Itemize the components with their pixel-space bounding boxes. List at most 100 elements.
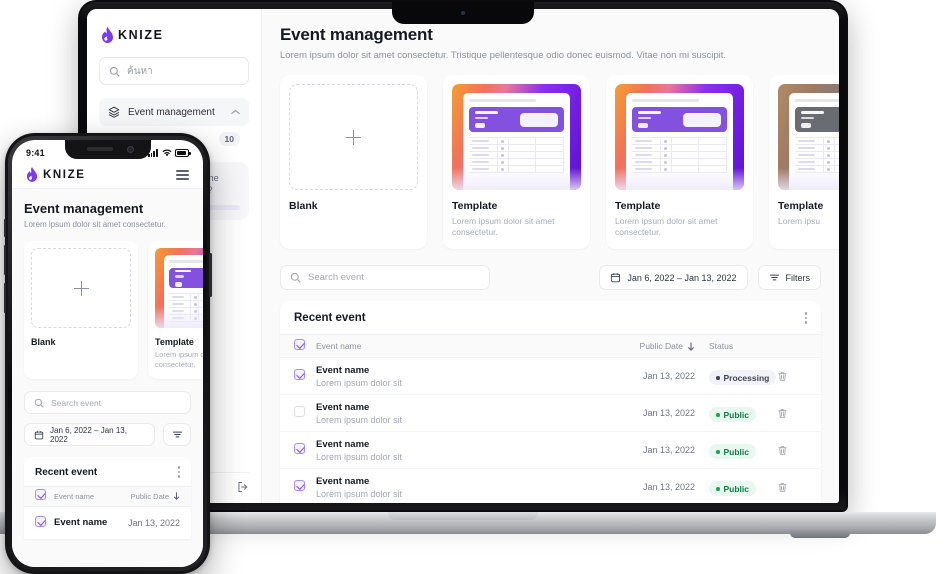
phone-column-header-date-label: Public Date [130, 491, 169, 501]
phone-filters-button[interactable] [163, 423, 191, 447]
template-thumbnail [452, 84, 581, 190]
phone-select-all-checkbox[interactable] [35, 487, 54, 505]
phone-panel-header: Recent event [24, 457, 191, 486]
phone-search-input[interactable]: Search event [24, 391, 191, 415]
plus-icon [73, 280, 89, 296]
trash-icon[interactable] [777, 482, 807, 493]
row-date: Jan 13, 2022 [642, 371, 695, 382]
trash-icon[interactable] [777, 371, 807, 382]
laptop-camera-icon [461, 11, 465, 15]
status-badge-label: Public [723, 409, 750, 420]
column-header-status: Status [709, 341, 734, 352]
row-event-sub: Lorem ipsum dolor sit [316, 414, 403, 425]
table-row[interactable]: Event name Lorem ipsum dolor sit Jan 13,… [280, 358, 821, 396]
table-row[interactable]: Event name Lorem ipsum dolor sit Jan 13,… [280, 395, 821, 433]
row-event-name: Event name [316, 475, 370, 487]
status-badge-label: Public [723, 483, 750, 494]
row-event-name: Event name [316, 364, 370, 376]
phone-blank-dropzone[interactable] [31, 248, 131, 328]
calendar-icon [34, 430, 44, 440]
phone-page-title: Event management [24, 201, 144, 216]
template-name: Template [615, 200, 661, 212]
search-icon [34, 398, 44, 408]
table-row[interactable]: Event name Lorem ipsum dolor sit Jan 13,… [280, 432, 821, 470]
phone-row-event-name: Event name [54, 517, 108, 529]
template-description: Lorem ipsum dolor sit amet consectetur. [452, 216, 555, 238]
template-name: Template [778, 200, 824, 212]
column-header-date-label: Public Date [639, 341, 683, 352]
kebab-menu-icon[interactable] [804, 312, 807, 324]
status-badge: Public [709, 407, 757, 423]
screenshot-stage: KNIZE ค้นหา Event management 10 the Even… [0, 0, 945, 574]
search-event-input[interactable]: Search event [280, 265, 490, 291]
trash-icon[interactable] [777, 445, 807, 456]
phone-template-name: Blank [31, 337, 56, 347]
brand-name: KNIZE [118, 28, 164, 42]
sidebar-item-label: Event management [128, 106, 215, 118]
phone-column-header-date[interactable]: Public Date [120, 492, 180, 501]
phone-date-range-label: Jan 6, 2022 – Jan 13, 2022 [50, 425, 127, 444]
hamburger-menu-icon[interactable] [176, 170, 189, 180]
select-all-checkbox[interactable] [294, 337, 316, 355]
status-badge-label: Public [723, 446, 750, 457]
template-card[interactable]: Template Lorem ipsum dolor sit amet cons… [606, 75, 753, 250]
phone-column-header-name: Event name [54, 491, 95, 501]
template-description: Lorem ipsum dolor sit amet consectetur. [615, 216, 718, 238]
column-header-date[interactable]: Public Date [609, 341, 695, 351]
row-checkbox[interactable] [294, 478, 316, 496]
sidebar-item-event-management[interactable]: Event management [99, 98, 249, 126]
table-row[interactable]: Event name Lorem ipsum dolor sit Jan 13,… [280, 469, 821, 503]
phone-brand-logo[interactable]: KNIZE [26, 167, 86, 183]
chevron-up-icon[interactable] [231, 109, 240, 115]
template-thumbnail [615, 84, 744, 190]
template-card-blank[interactable]: Blank [280, 75, 427, 250]
row-checkbox[interactable] [294, 404, 316, 422]
phone-template-card[interactable]: Template Lorem ipsum dolor sit amet cons… [148, 241, 203, 380]
phone-template-description: Lorem ipsum dolor sit amet consectetur. [155, 350, 203, 370]
row-checkbox[interactable] [294, 367, 316, 385]
phone-screen: 9:41 KNIZE Event management Lorem ipsum … [12, 140, 203, 567]
row-date: Jan 13, 2022 [642, 408, 695, 419]
template-name: Blank [289, 200, 318, 212]
layers-icon [108, 106, 120, 118]
page-title: Event management [280, 25, 433, 44]
phone-date-range-picker[interactable]: Jan 6, 2022 – Jan 13, 2022 [24, 423, 156, 447]
panel-title: Recent event [294, 312, 366, 325]
flame-icon [101, 27, 114, 43]
template-card[interactable]: Template Lorem ipsu [769, 75, 839, 250]
phone-table-header-row: Event name Public Date [24, 485, 191, 507]
phone-table-row[interactable]: Event name Jan 13, 2022 [24, 507, 191, 539]
events-toolbar: Search event Jan 6, 2022 – Jan 13, 2022 [280, 265, 821, 291]
arrow-down-icon [687, 341, 695, 351]
phone-volume-down-button [3, 283, 6, 313]
logout-icon[interactable] [237, 481, 249, 493]
phone-template-gallery: Blank Template Lorem ipsum d consectetur… [24, 241, 203, 380]
panel-header: Recent event [280, 301, 821, 334]
template-card[interactable]: Template Lorem ipsum dolor sit amet cons… [443, 75, 590, 250]
date-range-picker[interactable]: Jan 6, 2022 – Jan 13, 2022 [599, 265, 748, 291]
row-event-name: Event name [316, 438, 370, 450]
calendar-icon [610, 272, 621, 283]
row-checkbox[interactable] [294, 441, 316, 459]
filter-icon [769, 272, 780, 283]
phone-mockup: 9:41 KNIZE Event management Lorem ipsum … [3, 133, 212, 574]
filters-button[interactable]: Filters [757, 265, 821, 291]
sidebar-search-input[interactable]: ค้นหา [99, 57, 249, 85]
blank-template-dropzone[interactable] [289, 84, 418, 190]
phone-template-card-blank[interactable]: Blank [24, 241, 138, 380]
phone-row-date: Jan 13, 2022 [127, 517, 180, 528]
recent-event-panel: Recent event Event name Public Date Stat… [280, 301, 821, 503]
status-badge: Public [709, 481, 757, 497]
brand-logo[interactable]: KNIZE [99, 23, 249, 43]
phone-speaker-icon [86, 147, 113, 151]
phone-volume-up-button [3, 245, 6, 275]
search-event-placeholder: Search event [308, 272, 364, 284]
phone-row-checkbox[interactable] [35, 514, 54, 532]
phone-filter-row: Jan 6, 2022 – Jan 13, 2022 [24, 423, 191, 447]
trash-icon[interactable] [777, 408, 807, 419]
phone-panel-title: Recent event [35, 466, 98, 478]
row-date: Jan 13, 2022 [642, 445, 695, 456]
battery-icon [175, 149, 191, 157]
kebab-menu-icon[interactable] [177, 466, 180, 478]
main-content: Event management Lorem ipsum dolor sit a… [262, 9, 839, 503]
